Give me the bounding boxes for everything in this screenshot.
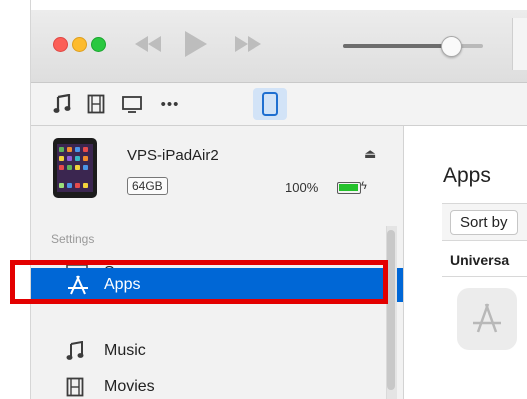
close-button[interactable] bbox=[53, 37, 68, 52]
device-button[interactable] bbox=[253, 88, 287, 120]
sidebar-item-music[interactable]: Music bbox=[31, 334, 403, 368]
tab-more[interactable]: ••• bbox=[153, 88, 187, 120]
section-header: Universa bbox=[450, 252, 510, 268]
movies-icon bbox=[87, 94, 105, 114]
battery-level bbox=[339, 184, 358, 191]
app-tile[interactable] bbox=[457, 288, 517, 350]
device-icon bbox=[262, 92, 278, 116]
battery-percentage: 100% bbox=[285, 180, 319, 195]
fast-forward-icon bbox=[235, 36, 261, 52]
film-icon bbox=[66, 370, 104, 399]
settings-section-label: Settings bbox=[51, 232, 95, 246]
sidebar-scroll-thumb[interactable] bbox=[387, 230, 395, 390]
rewind-icon bbox=[135, 36, 161, 52]
play-button[interactable] bbox=[179, 29, 211, 59]
volume-slider-knob[interactable] bbox=[441, 36, 462, 57]
more-icon: ••• bbox=[160, 95, 180, 113]
eject-icon[interactable]: ⏏ bbox=[364, 146, 376, 162]
capacity-badge: 64GB bbox=[127, 177, 168, 195]
volume-slider-fill bbox=[343, 44, 447, 48]
header-divider bbox=[442, 276, 527, 277]
charging-bolt-icon: ϟ bbox=[361, 180, 367, 192]
tab-music[interactable] bbox=[49, 88, 75, 120]
tv-shows-icon bbox=[122, 96, 142, 113]
minimize-button[interactable] bbox=[72, 37, 87, 52]
device-name: VPS-iPadAir2 bbox=[127, 147, 219, 164]
music-note-icon bbox=[66, 334, 104, 368]
music-icon bbox=[53, 94, 71, 113]
page-title: Apps bbox=[443, 164, 491, 187]
sidebar-item-label: Music bbox=[104, 342, 146, 359]
sidebar-item-movies[interactable]: Movies bbox=[31, 370, 403, 399]
tab-tv-shows[interactable] bbox=[117, 88, 147, 120]
sort-by-button[interactable]: Sort by bbox=[450, 210, 518, 235]
rewind-button[interactable] bbox=[129, 29, 169, 59]
sidebar-item-label: Movies bbox=[104, 378, 155, 395]
status-display bbox=[512, 18, 527, 70]
top-strip bbox=[31, 0, 527, 10]
itunes-window: ••• VPS-iPadAir2 ⏏ 64GB 100% ϟ Settings … bbox=[30, 0, 527, 399]
page-margin bbox=[0, 0, 30, 399]
highlight-box bbox=[10, 260, 388, 304]
play-icon bbox=[185, 31, 207, 57]
ipad-icon bbox=[53, 138, 97, 198]
fast-forward-button[interactable] bbox=[227, 29, 267, 59]
ipad-thumbnail bbox=[53, 138, 97, 198]
app-store-placeholder-icon bbox=[473, 303, 501, 333]
zoom-button[interactable] bbox=[91, 37, 106, 52]
tab-movies[interactable] bbox=[83, 88, 109, 120]
